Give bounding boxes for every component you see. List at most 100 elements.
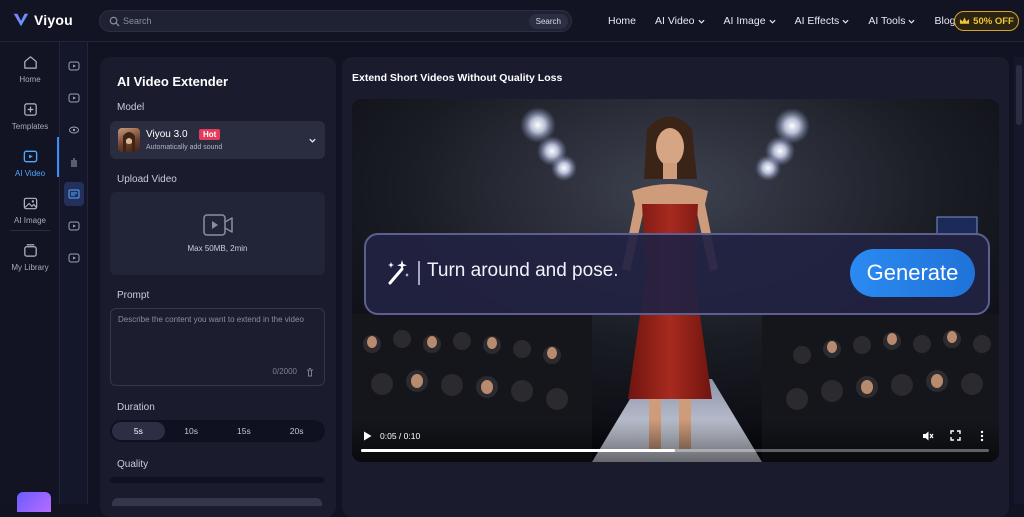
more-options-icon[interactable] [980, 430, 984, 442]
image-icon [23, 197, 37, 210]
chevron-down-icon [769, 19, 776, 24]
sidebar-item-templates[interactable]: Templates [0, 97, 60, 141]
video-icon [23, 150, 37, 163]
chevron-down-icon [309, 138, 316, 143]
duration-label: Duration [117, 402, 155, 413]
upload-label: Upload Video [117, 174, 177, 185]
nav-label: AI Video [655, 15, 695, 27]
tool-item[interactable] [64, 86, 84, 110]
nav-label: AI Tools [868, 15, 906, 27]
preview-panel: Extend Short Videos Without Quality Loss [342, 57, 1009, 517]
fullscreen-icon[interactable] [950, 430, 961, 441]
scrollbar-thumb[interactable] [1016, 65, 1022, 125]
sidebar-item-home[interactable]: Home [0, 50, 60, 94]
tool-panel: AI Video Extender Model Viyou 3.0 Hot Au… [100, 57, 336, 517]
tool-item[interactable] [64, 246, 84, 270]
quality-label: Quality [117, 459, 149, 470]
hand-icon [71, 158, 77, 167]
sidebar-item-my-library[interactable]: My Library [0, 238, 60, 282]
generate-button[interactable]: Generate [850, 249, 975, 297]
home-icon [23, 56, 37, 69]
video-tool-icon [68, 221, 80, 231]
sidebar: Home Templates AI Video AI Image My Libr… [0, 42, 60, 512]
preview-title: Extend Short Videos Without Quality Loss [352, 72, 563, 84]
nav-label: AI Image [723, 15, 766, 27]
model-select[interactable]: Viyou 3.0 Hot Automatically add sound [110, 121, 325, 159]
sidebar-item-ai-video[interactable]: AI Video [0, 144, 60, 188]
search-icon [109, 16, 120, 27]
video-tool-icon [68, 253, 80, 263]
promo-badge[interactable]: 50% OFF [954, 11, 1019, 31]
nav-ai-video[interactable]: AI Video [655, 15, 705, 27]
text-cursor [418, 261, 420, 285]
magic-wand-icon [388, 260, 409, 285]
tool-item[interactable] [64, 118, 84, 142]
play-icon[interactable] [363, 431, 372, 441]
duration-option-15s[interactable]: 15s [218, 422, 271, 440]
player-controls: 0:05 / 0:10 [352, 419, 999, 462]
sidebar-item-label: AI Video [14, 169, 46, 178]
upload-dropzone[interactable]: Max 50MB, 2min [110, 192, 325, 275]
create-button[interactable] [112, 498, 322, 506]
tool-item[interactable] [64, 150, 84, 174]
prompt-box: 0/2000 [110, 308, 325, 386]
tool-item[interactable] [64, 214, 84, 238]
tool-item-active[interactable] [64, 182, 84, 206]
search-input[interactable] [123, 14, 503, 28]
clear-icon[interactable] [305, 367, 315, 377]
app-button[interactable] [17, 492, 51, 512]
video-upload-icon [203, 214, 233, 236]
crown-icon [960, 17, 970, 24]
model-name: Viyou 3.0 [146, 129, 188, 140]
tool-item[interactable] [64, 54, 84, 78]
scrollbar[interactable] [1014, 57, 1024, 504]
eye-icon [69, 126, 79, 134]
search-button[interactable]: Search [528, 14, 568, 29]
progress-bar[interactable] [361, 449, 989, 452]
chevron-down-icon [842, 19, 849, 24]
mute-icon[interactable] [922, 430, 934, 442]
quality-selector[interactable] [110, 477, 325, 483]
model-avatar [118, 128, 140, 152]
prompt-input[interactable] [118, 315, 318, 365]
main-nav: Home AI Video AI Image AI Effects AI Too… [608, 0, 980, 42]
sidebar-item-label: My Library [11, 263, 49, 272]
hot-badge: Hot [199, 129, 221, 140]
overlay-prompt-text: Turn around and pose. [427, 260, 619, 281]
tool-rail [60, 42, 88, 504]
char-count: 0/2000 [272, 367, 297, 376]
nav-ai-tools[interactable]: AI Tools [868, 15, 916, 27]
logo[interactable]: Viyou [12, 11, 73, 29]
nav-label: Home [608, 15, 637, 27]
prompt-label: Prompt [117, 290, 150, 301]
sidebar-item-label: Home [19, 75, 41, 84]
logo-icon [13, 13, 29, 27]
promo-label: 50% OFF [973, 15, 1014, 27]
extend-icon [68, 189, 80, 199]
model-subtitle: Automatically add sound [146, 144, 223, 151]
search-bar: Search [99, 10, 572, 32]
model-label: Model [117, 102, 145, 113]
chevron-down-icon [908, 19, 916, 24]
library-icon [23, 244, 37, 257]
panel-title: AI Video Extender [117, 74, 229, 89]
templates-icon [23, 103, 37, 116]
upload-hint: Max 50MB, 2min [187, 244, 248, 253]
duration-selector: 5s 10s 15s 20s [110, 420, 325, 442]
active-indicator [57, 137, 59, 177]
nav-label: AI Effects [794, 15, 840, 27]
nav-ai-image[interactable]: AI Image [724, 15, 776, 27]
duration-option-5s[interactable]: 5s [112, 422, 165, 440]
chevron-down-icon [698, 19, 705, 24]
prompt-overlay: Turn around and pose. Generate [364, 233, 990, 315]
sidebar-item-ai-image[interactable]: AI Image [0, 191, 60, 235]
video-player[interactable]: Turn around and pose. Generate 0:05 / 0:… [352, 99, 999, 462]
video-tool-icon [68, 93, 80, 103]
nav-ai-effects[interactable]: AI Effects [795, 15, 850, 27]
brand-name: Viyou [34, 12, 73, 28]
duration-option-10s[interactable]: 10s [165, 422, 218, 440]
nav-home[interactable]: Home [608, 15, 636, 27]
sidebar-item-label: Templates [11, 122, 49, 131]
sidebar-item-label: AI Image [13, 216, 46, 225]
duration-option-20s[interactable]: 20s [270, 422, 323, 440]
